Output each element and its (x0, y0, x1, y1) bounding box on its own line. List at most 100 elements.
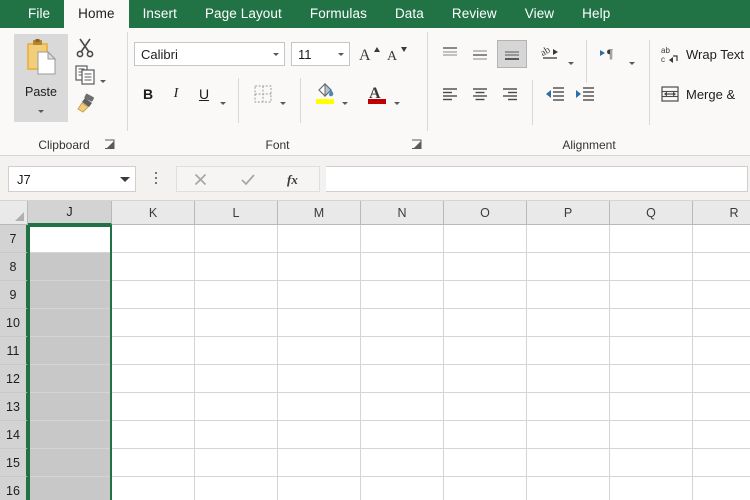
cell-Q12[interactable] (610, 365, 693, 393)
cell-L8[interactable] (195, 253, 278, 281)
row-header-11[interactable]: 11 (0, 337, 28, 365)
cell-J10[interactable] (28, 309, 112, 337)
cell-M8[interactable] (278, 253, 361, 281)
align-top-button[interactable] (437, 42, 463, 66)
underline-button[interactable]: U (192, 82, 216, 106)
cell-J8[interactable] (28, 253, 112, 281)
cell-R7[interactable] (693, 225, 750, 253)
align-right-button[interactable] (497, 82, 523, 106)
column-header-R[interactable]: R (693, 201, 750, 225)
cell-P16[interactable] (527, 477, 610, 500)
cell-M11[interactable] (278, 337, 361, 365)
font-size-chevron-down-icon[interactable] (333, 53, 349, 56)
cell-J7[interactable] (28, 225, 112, 253)
ribbon-tab-formulas[interactable]: Formulas (296, 0, 381, 28)
chevron-down-icon[interactable] (38, 100, 44, 118)
insert-function-button[interactable]: fx (278, 167, 312, 191)
italic-button[interactable]: I (164, 82, 188, 106)
cell-K8[interactable] (112, 253, 195, 281)
cell-M13[interactable] (278, 393, 361, 421)
cell-J9[interactable] (28, 281, 112, 309)
cell-O12[interactable] (444, 365, 527, 393)
increase-font-size-button[interactable]: A (356, 42, 382, 66)
cell-N7[interactable] (361, 225, 444, 253)
cell-Q9[interactable] (610, 281, 693, 309)
cell-J11[interactable] (28, 337, 112, 365)
cell-Q13[interactable] (610, 393, 693, 421)
ribbon-tab-file[interactable]: File (14, 0, 64, 28)
cell-L16[interactable] (195, 477, 278, 500)
text-direction-dropdown-chevron-down-icon[interactable] (629, 52, 635, 70)
row-header-13[interactable]: 13 (0, 393, 28, 421)
bold-button[interactable]: B (136, 82, 160, 106)
copy-button[interactable] (74, 64, 98, 88)
row-header-7[interactable]: 7 (0, 225, 28, 253)
row-header-8[interactable]: 8 (0, 253, 28, 281)
row-header-10[interactable]: 10 (0, 309, 28, 337)
ribbon-tab-home[interactable]: Home (64, 0, 128, 28)
cell-O10[interactable] (444, 309, 527, 337)
cell-R13[interactable] (693, 393, 750, 421)
column-header-N[interactable]: N (361, 201, 444, 225)
ribbon-tab-view[interactable]: View (511, 0, 568, 28)
cell-O7[interactable] (444, 225, 527, 253)
row-header-9[interactable]: 9 (0, 281, 28, 309)
cell-M16[interactable] (278, 477, 361, 500)
cell-M10[interactable] (278, 309, 361, 337)
cell-R12[interactable] (693, 365, 750, 393)
cell-O9[interactable] (444, 281, 527, 309)
cell-J14[interactable] (28, 421, 112, 449)
cell-L7[interactable] (195, 225, 278, 253)
cell-N12[interactable] (361, 365, 444, 393)
cell-Q8[interactable] (610, 253, 693, 281)
cell-N10[interactable] (361, 309, 444, 337)
name-box[interactable]: J7 (8, 166, 136, 192)
cell-M9[interactable] (278, 281, 361, 309)
paste-button[interactable]: Paste (14, 34, 68, 122)
font-name-combo[interactable]: Calibri (134, 42, 285, 66)
column-header-L[interactable]: L (195, 201, 278, 225)
fill-color-dropdown-chevron-down-icon[interactable] (342, 92, 348, 110)
cell-R16[interactable] (693, 477, 750, 500)
cell-O15[interactable] (444, 449, 527, 477)
cancel-formula-button[interactable] (184, 167, 218, 191)
name-box-chevron-down-icon[interactable] (115, 177, 135, 182)
cell-O16[interactable] (444, 477, 527, 500)
borders-dropdown-chevron-down-icon[interactable] (280, 92, 286, 110)
underline-dropdown-chevron-down-icon[interactable] (220, 92, 226, 110)
cell-P12[interactable] (527, 365, 610, 393)
clipboard-dialog-launcher-icon[interactable] (104, 139, 115, 150)
cell-P11[interactable] (527, 337, 610, 365)
cell-Q7[interactable] (610, 225, 693, 253)
font-color-dropdown-chevron-down-icon[interactable] (394, 92, 400, 110)
cell-P15[interactable] (527, 449, 610, 477)
cell-J16[interactable] (28, 477, 112, 500)
cell-O11[interactable] (444, 337, 527, 365)
cell-K13[interactable] (112, 393, 195, 421)
cell-N9[interactable] (361, 281, 444, 309)
cut-button[interactable] (74, 36, 98, 60)
more-vertical-icon[interactable] (155, 172, 159, 186)
ribbon-tab-insert[interactable]: Insert (129, 0, 191, 28)
cell-P13[interactable] (527, 393, 610, 421)
cell-L9[interactable] (195, 281, 278, 309)
ribbon-tab-data[interactable]: Data (381, 0, 438, 28)
column-header-J[interactable]: J (28, 201, 112, 225)
cell-K7[interactable] (112, 225, 195, 253)
cell-K10[interactable] (112, 309, 195, 337)
cell-O14[interactable] (444, 421, 527, 449)
cell-N13[interactable] (361, 393, 444, 421)
cell-O8[interactable] (444, 253, 527, 281)
row-header-16[interactable]: 16 (0, 477, 28, 500)
cell-P14[interactable] (527, 421, 610, 449)
align-center-button[interactable] (467, 82, 493, 106)
font-size-combo[interactable]: 11 (291, 42, 350, 66)
cell-L15[interactable] (195, 449, 278, 477)
cell-R10[interactable] (693, 309, 750, 337)
decrease-indent-button[interactable] (542, 82, 568, 106)
cell-Q11[interactable] (610, 337, 693, 365)
cell-J13[interactable] (28, 393, 112, 421)
cell-R8[interactable] (693, 253, 750, 281)
column-header-P[interactable]: P (527, 201, 610, 225)
cell-Q14[interactable] (610, 421, 693, 449)
